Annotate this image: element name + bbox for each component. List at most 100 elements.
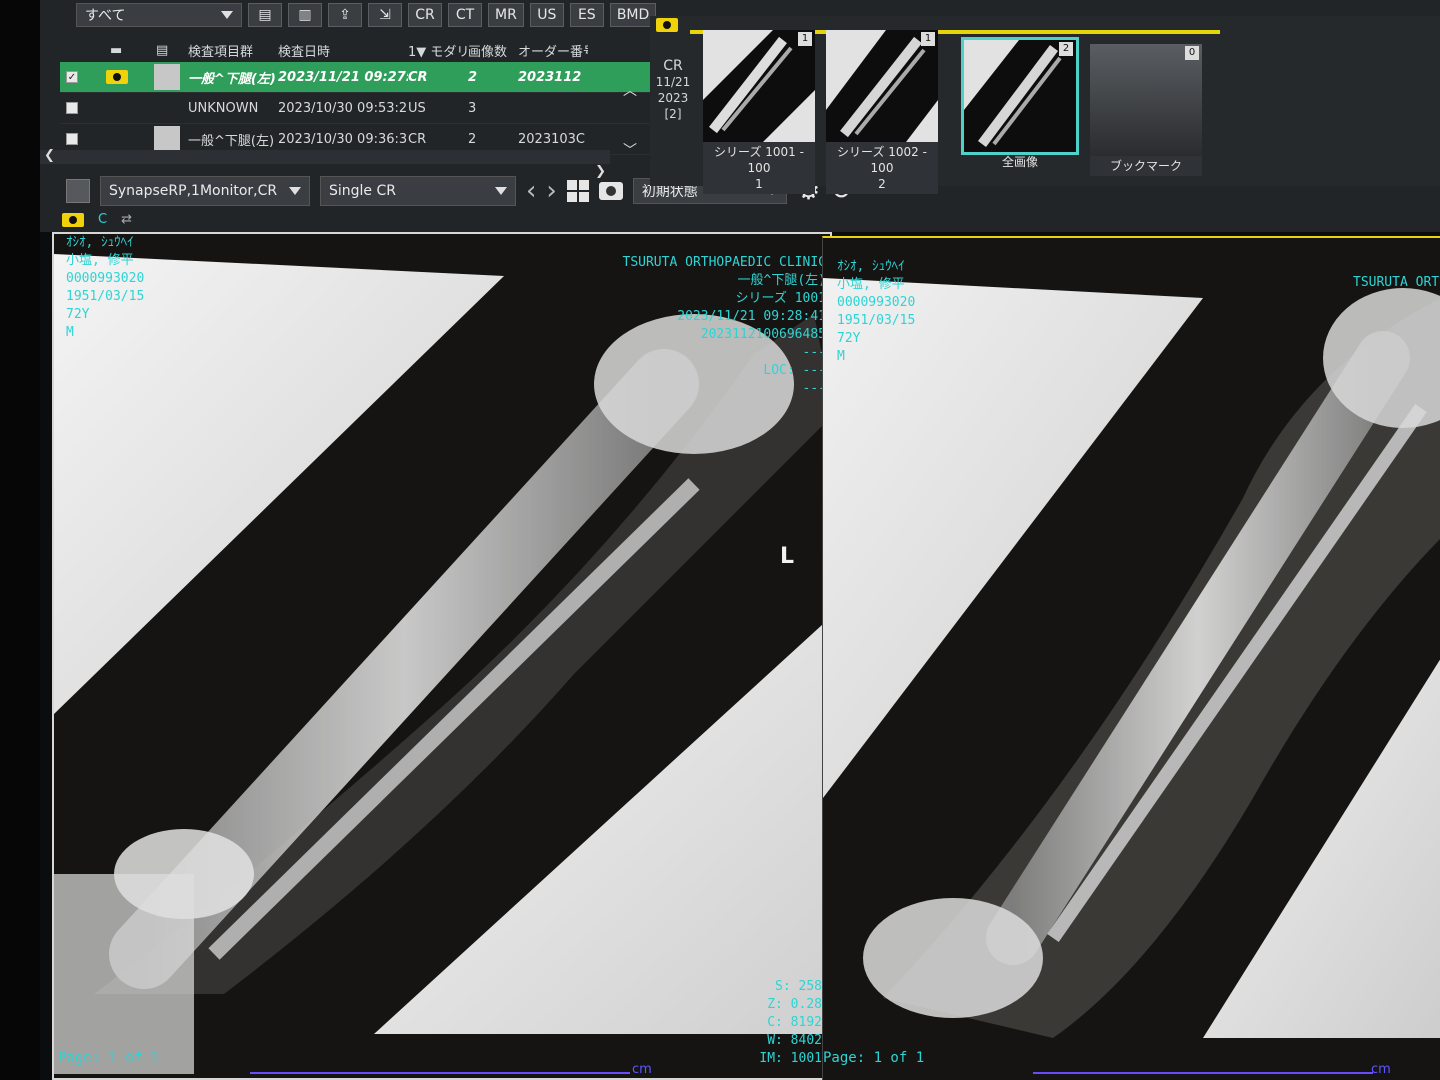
monitor-bezel xyxy=(0,0,40,1080)
row-checkbox[interactable] xyxy=(60,102,96,114)
send-icon: ⇲ xyxy=(379,7,391,23)
grid-layout-icon[interactable] xyxy=(566,180,589,202)
filter-icon: ▤ xyxy=(258,7,272,23)
thumbnail-label: 全画像 xyxy=(1001,155,1038,169)
modality-mr-button[interactable]: MR xyxy=(488,3,524,27)
scroll-track xyxy=(622,100,638,140)
layout-dropdown[interactable]: SynapseRP,1Monitor,CR xyxy=(100,176,310,206)
side-marker: L xyxy=(780,544,795,569)
layout-label: SynapseRP,1Monitor,CR xyxy=(109,183,278,199)
page-indicator: Page: 1 of 1 xyxy=(58,1050,160,1066)
series-thumbnail[interactable]: 1 シリーズ 1001 - 100 1 xyxy=(703,30,815,194)
overlay-dash: --- xyxy=(802,345,826,360)
s-value: S: 258 xyxy=(775,979,822,994)
row-datetime: 2023/10/30 09:36:30 xyxy=(278,131,408,147)
list-horizontal-scrollbar[interactable]: ❮ ❯ xyxy=(40,148,610,179)
row-images: 2 xyxy=(468,69,478,85)
patient-id: 0000993020 xyxy=(66,271,145,286)
protocol-dropdown[interactable]: Single CR xyxy=(320,176,516,206)
patient-sex: M xyxy=(66,325,74,340)
viewport-right[interactable]: ｵｼｵ, ｼｭｳﾍｲ 小塩, 修平 0000993020 1951/03/15 … xyxy=(822,236,1440,1080)
filter-icon-button-1[interactable]: ▤ xyxy=(248,3,282,27)
eye-flag-icon xyxy=(62,212,84,227)
row-exam: UNKNOWN xyxy=(188,100,259,116)
patient-kana: ｵｼｵ, ｼｭｳﾍｲ xyxy=(66,235,134,250)
header-images[interactable]: 画像数 xyxy=(468,41,518,60)
image-count-badge: 0 xyxy=(1185,46,1199,60)
link-icon[interactable]: ⇄ xyxy=(121,212,132,227)
patient-name: 小塩, 修平 xyxy=(66,253,134,268)
row-checkbox[interactable] xyxy=(60,133,96,145)
list-icon: ▥ xyxy=(298,7,312,23)
header-doc[interactable]: ▤ xyxy=(148,43,188,58)
row-datetime: 2023/11/21 09:27:35 xyxy=(278,69,408,85)
header-order[interactable]: オーダー番号 xyxy=(518,41,588,60)
patient-sex: M xyxy=(837,349,845,364)
filter-icon-button-2[interactable]: ▥ xyxy=(288,3,322,27)
header-exam[interactable]: 検査項目群 xyxy=(188,41,278,60)
window-icon[interactable] xyxy=(66,179,90,203)
viewport-left-header: C ⇄ xyxy=(62,212,132,227)
thumbnail-image: 1 xyxy=(703,30,815,142)
series-thumbnail[interactable]: 1 シリーズ 1002 - 100 2 xyxy=(826,30,938,194)
row-order: 2023103C xyxy=(518,131,585,147)
scope-dropdown[interactable]: すべて xyxy=(76,3,242,27)
row-images: 2 xyxy=(468,131,477,147)
list-vertical-scrollbar[interactable]: ︿ ﹀ xyxy=(622,80,638,160)
series-name: シリーズ 1001 xyxy=(735,291,826,306)
thumbnail-caption: シリーズ 1001 - 100 1 xyxy=(703,142,815,194)
study-modality: CR xyxy=(663,58,683,74)
header-flag[interactable]: ▬ xyxy=(96,43,148,58)
camera-icon[interactable] xyxy=(598,182,623,200)
modality-us-button[interactable]: US xyxy=(529,3,564,27)
thumbnail-caption: シリーズ 1002 - 100 2 xyxy=(826,142,938,194)
header-modality[interactable]: 1▼ モダリ... xyxy=(408,41,468,60)
scope-label: すべて xyxy=(85,8,126,24)
chevron-down-icon xyxy=(221,11,233,19)
study-list-header: ▬ ▤ 検査項目群 検査日時 1▼ モダリ... 画像数 オーダー番号 xyxy=(60,38,650,62)
scale-ruler xyxy=(250,1072,630,1078)
ruler-unit: cm xyxy=(632,1062,652,1077)
patient-kana: ｵｼｵ, ｼｭｳﾍｲ xyxy=(837,259,905,274)
acq-datetime: 2023/11/21 09:28:41 xyxy=(677,309,826,324)
chevron-up-icon[interactable]: ︿ xyxy=(622,80,638,100)
next-arrow-icon[interactable]: › xyxy=(546,178,556,204)
export-button[interactable]: ⇪ xyxy=(328,3,362,27)
chevron-down-icon[interactable]: ﹀ xyxy=(622,140,638,160)
eye-flag-icon xyxy=(656,18,678,32)
header-datetime[interactable]: 検査日時 xyxy=(278,41,408,60)
image-count-badge: 1 xyxy=(798,32,812,46)
chevron-down-icon xyxy=(495,187,507,195)
ruler-unit: cm xyxy=(1371,1062,1391,1077)
modality-es-button[interactable]: ES xyxy=(569,3,604,27)
study-row[interactable]: UNKNOWN 2023/10/30 09:53:26 US 3 xyxy=(60,93,650,124)
row-doc xyxy=(148,126,188,152)
bookmark-thumbnail[interactable]: 0 ブックマーク xyxy=(1090,44,1202,194)
thumbnail-image: 0 xyxy=(1090,44,1202,156)
chevron-left-icon[interactable]: ❮ xyxy=(44,148,55,163)
document-icon xyxy=(154,126,180,152)
patient-overlay: ｵｼｵ, ｼｭｳﾍｲ 小塩, 修平 0000993020 1951/03/15 … xyxy=(66,234,144,342)
study-list: ▬ ▤ 検査項目群 検査日時 1▼ モダリ... 画像数 オーダー番号 ✓ 一般… xyxy=(60,38,650,155)
send-button[interactable]: ⇲ xyxy=(368,3,402,27)
clinic-name: TSURUTA ORTHOPAEDIC CLINIC xyxy=(622,255,827,270)
loc-value: LOC: --- xyxy=(763,363,826,378)
window-center: C: 8192 xyxy=(767,1015,822,1030)
viewport-left[interactable]: ｵｼｵ, ｼｭｳﾍｲ 小塩, 修平 0000993020 1951/03/15 … xyxy=(52,232,832,1080)
study-row[interactable]: ✓ 一般^下腿(左) 2023/11/21 09:27:35 CR 2 2023… xyxy=(60,62,650,93)
modality-ct-button[interactable]: CT xyxy=(448,3,482,27)
page-indicator: Page: 1 of 1 xyxy=(823,1050,925,1066)
series-thumbnail-all[interactable]: 2 全画像 xyxy=(961,37,1079,190)
filter-bar: すべて ▤ ▥ ⇪ ⇲ CR CT MR US ES BMD xyxy=(76,0,696,30)
study-year: 2023 xyxy=(657,91,689,105)
prev-arrow-icon[interactable]: ‹ xyxy=(526,178,536,204)
study-count: [2] xyxy=(664,107,682,121)
doc-icon: ▤ xyxy=(156,42,169,58)
row-checkbox[interactable]: ✓ xyxy=(60,71,96,83)
modality-cr-button[interactable]: CR xyxy=(408,3,442,27)
clinic-name: TSURUTA ORT xyxy=(1353,275,1440,290)
study-info: CR 11/21 2023 [2] xyxy=(655,58,691,122)
row-exam: 一般^下腿(左) xyxy=(188,133,275,149)
thumbnail-sub: 1 xyxy=(755,177,763,191)
checkbox-icon xyxy=(66,102,78,114)
